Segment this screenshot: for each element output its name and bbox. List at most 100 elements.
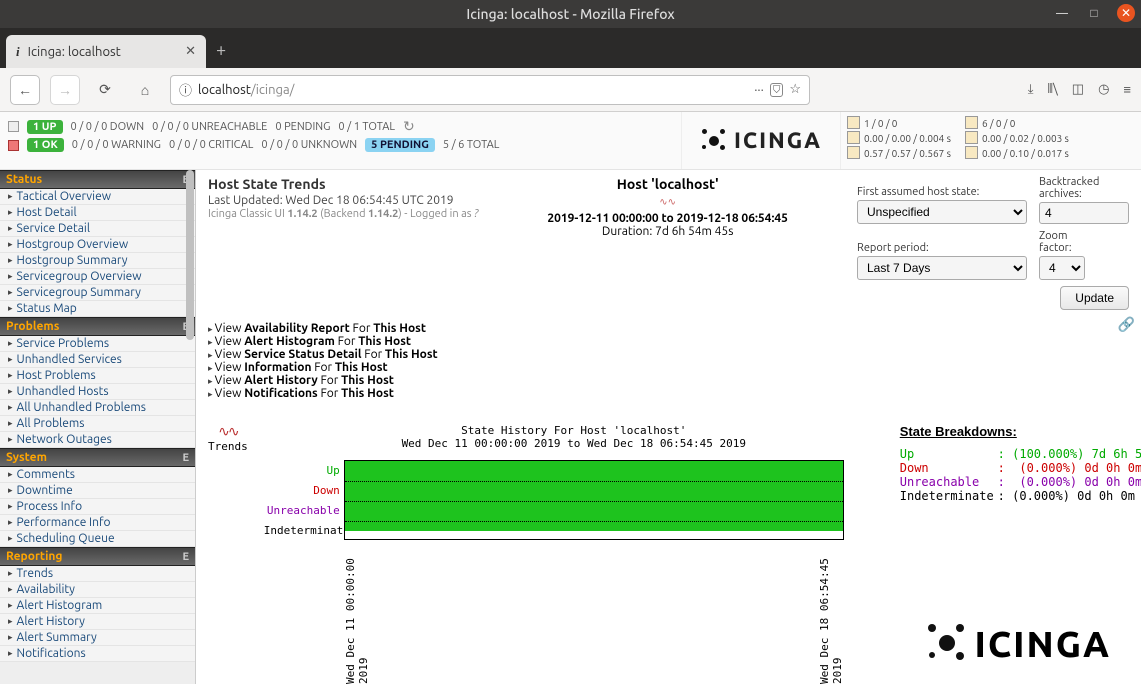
last-updated: Last Updated: Wed Dec 18 06:54:45 UTC 20… (208, 194, 478, 207)
sidebar-item-scheduling-queue[interactable]: Scheduling Queue (0, 531, 195, 547)
total-hosts[interactable]: 0 / 1 TOTAL (338, 121, 395, 133)
sidebar-item-host-problems[interactable]: Host Problems (0, 368, 195, 384)
account-icon[interactable]: ◷ (1098, 82, 1109, 97)
browser-tabbar: i Icinga: localhost ✕ + (0, 28, 1141, 68)
view-link[interactable]: View Alert History For This Host (208, 374, 1129, 387)
view-links: View Availability Report For This HostVi… (208, 322, 1129, 400)
sidebar-item-hostgroup-overview[interactable]: Hostgroup Overview (0, 237, 195, 253)
zoom-select[interactable]: 4 (1039, 256, 1085, 280)
site-info-icon[interactable]: ⓘ (179, 80, 192, 99)
minimize-button[interactable]: — (1053, 4, 1071, 22)
zoom-label: Zoom factor: (1039, 230, 1085, 254)
sidebar-item-network-outages[interactable]: Network Outages (0, 432, 195, 448)
assumed-state-label: First assumed host state: (857, 186, 1027, 198)
permalink-icon[interactable]: 🔗 (1118, 316, 1135, 333)
tab-close-icon[interactable]: ✕ (185, 44, 196, 59)
sidebar-icon[interactable]: ◫ (1072, 82, 1084, 97)
view-link[interactable]: View Notifications For This Host (208, 387, 1129, 400)
update-button[interactable]: Update (1060, 286, 1129, 310)
view-link[interactable]: View Availability Report For This Host (208, 322, 1129, 335)
sidebar-item-comments[interactable]: Comments (0, 467, 195, 483)
sidebar-item-unhandled-hosts[interactable]: Unhandled Hosts (0, 384, 195, 400)
sidebar-item-all-unhandled-problems[interactable]: All Unhandled Problems (0, 400, 195, 416)
period-select[interactable]: Last 7 Days (857, 256, 1027, 280)
view-link[interactable]: View Alert Histogram For This Host (208, 335, 1129, 348)
back-button[interactable]: ← (10, 75, 40, 105)
unreach-count[interactable]: 0 / 0 / 0 UNREACHABLE (152, 121, 267, 133)
backtrack-input[interactable] (1039, 202, 1129, 224)
pending-count[interactable]: 0 PENDING (275, 121, 330, 133)
sidebar-item-alert-histogram[interactable]: Alert Histogram (0, 598, 195, 614)
backtrack-label: Backtracked archives: (1039, 176, 1129, 200)
library-icon[interactable]: ⫴\ (1048, 82, 1058, 97)
total-services[interactable]: 5 / 6 TOTAL (443, 139, 500, 151)
unknown-count[interactable]: 0 / 0 / 0 UNKNOWN (261, 139, 357, 151)
breakdown-row: Down : (0.000%) 0d 0h 0m 0s (900, 461, 1141, 475)
service-icon (8, 140, 19, 151)
sidebar-item-service-problems[interactable]: Service Problems (0, 336, 195, 352)
service-status-row: 1 OK 0 / 0 / 0 WARNING 0 / 0 / 0 CRITICA… (8, 138, 673, 152)
version-line: Icinga Classic UI 1.14.2 (Backend 1.14.2… (208, 208, 478, 220)
more-icon[interactable]: ··· (754, 83, 764, 97)
refresh-spinner-icon[interactable]: ↻ (403, 118, 415, 135)
sidebar-item-performance-info[interactable]: Performance Info (0, 515, 195, 531)
sidebar-item-all-problems[interactable]: All Problems (0, 416, 195, 432)
period-label: Report period: (857, 242, 1027, 254)
sidebar-section-reporting[interactable]: ReportingE (0, 547, 195, 566)
bookmark-star-icon[interactable]: ☆ (789, 82, 801, 97)
sidebar-item-hostgroup-summary[interactable]: Hostgroup Summary (0, 253, 195, 269)
page-title: Host State Trends (208, 176, 478, 192)
url-bar[interactable]: ⓘ localhost/icinga/ ··· ⛉ ☆ (170, 75, 810, 105)
footer-logo[interactable]: ICINGA (926, 622, 1111, 664)
sidebar-section-status[interactable]: StatusE (0, 170, 195, 189)
report-header: Host State Trends Last Updated: Wed Dec … (208, 176, 478, 220)
sidebar-item-service-detail[interactable]: Service Detail (0, 221, 195, 237)
sidebar-item-alert-summary[interactable]: Alert Summary (0, 630, 195, 646)
top-logo[interactable]: ICINGA (681, 112, 841, 169)
sidebar-item-servicegroup-summary[interactable]: Servicegroup Summary (0, 285, 195, 301)
pending-badge[interactable]: 5 PENDING (365, 138, 435, 152)
sidebar-item-notifications[interactable]: Notifications (0, 646, 195, 662)
sidebar-item-tactical-overview[interactable]: Tactical Overview (0, 189, 195, 205)
trends-glyph-label: Trends (208, 440, 248, 453)
sidebar-item-host-detail[interactable]: Host Detail (0, 205, 195, 221)
hamburger-menu-icon[interactable]: ≡ (1123, 82, 1131, 97)
forward-button[interactable]: → (50, 75, 80, 105)
duration: Duration: 7d 6h 54m 45s (478, 225, 857, 238)
window-titlebar: Icinga: localhost - Mozilla Firefox — □ … (0, 0, 1141, 28)
logo-icon (700, 127, 728, 155)
downloads-icon[interactable]: ⤓ (1028, 82, 1034, 97)
chart-title: State History For Host 'localhost' (264, 424, 884, 437)
perf-b-2: 0.00 / 0.10 / 0.017 s (965, 146, 1069, 159)
browser-tab[interactable]: i Icinga: localhost ✕ (6, 35, 206, 68)
new-tab-button[interactable]: + (216, 40, 226, 60)
sidebar-section-problems[interactable]: ProblemsE (0, 317, 195, 336)
reload-button[interactable]: ⟳ (90, 75, 120, 105)
sidebar-item-downtime[interactable]: Downtime (0, 483, 195, 499)
warning-count[interactable]: 0 / 0 / 0 WARNING (72, 139, 161, 151)
perf-a-0: 1 / 0 / 0 (847, 116, 951, 129)
sidebar-item-status-map[interactable]: Status Map (0, 301, 195, 317)
critical-count[interactable]: 0 / 0 / 0 CRITICAL (169, 139, 253, 151)
sidebar-item-trends[interactable]: Trends (0, 566, 195, 582)
close-button[interactable]: ✕ (1117, 4, 1135, 22)
sidebar-item-process-info[interactable]: Process Info (0, 499, 195, 515)
reader-icon[interactable]: ⛉ (770, 83, 784, 97)
home-button[interactable]: ⌂ (130, 75, 160, 105)
main-content: Host State Trends Last Updated: Wed Dec … (196, 170, 1141, 684)
view-link[interactable]: View Information For This Host (208, 361, 1129, 374)
sidebar-item-unhandled-services[interactable]: Unhandled Services (0, 352, 195, 368)
window-title: Icinga: localhost - Mozilla Firefox (466, 6, 674, 22)
down-count[interactable]: 0 / 0 / 0 DOWN (71, 121, 145, 133)
maximize-button[interactable]: □ (1085, 4, 1103, 22)
up-badge[interactable]: 1 UP (27, 120, 63, 134)
ok-badge[interactable]: 1 OK (27, 138, 64, 152)
sidebar-section-system[interactable]: SystemE (0, 448, 195, 467)
sidebar-scroll-thumb[interactable] (186, 170, 194, 340)
view-link[interactable]: View Service Status Detail For This Host (208, 348, 1129, 361)
sidebar-item-servicegroup-overview[interactable]: Servicegroup Overview (0, 269, 195, 285)
assumed-state-select[interactable]: Unspecified (857, 200, 1027, 224)
report-form: First assumed host state: Unspecified Ba… (857, 176, 1129, 310)
sidebar-item-availability[interactable]: Availability (0, 582, 195, 598)
sidebar-item-alert-history[interactable]: Alert History (0, 614, 195, 630)
